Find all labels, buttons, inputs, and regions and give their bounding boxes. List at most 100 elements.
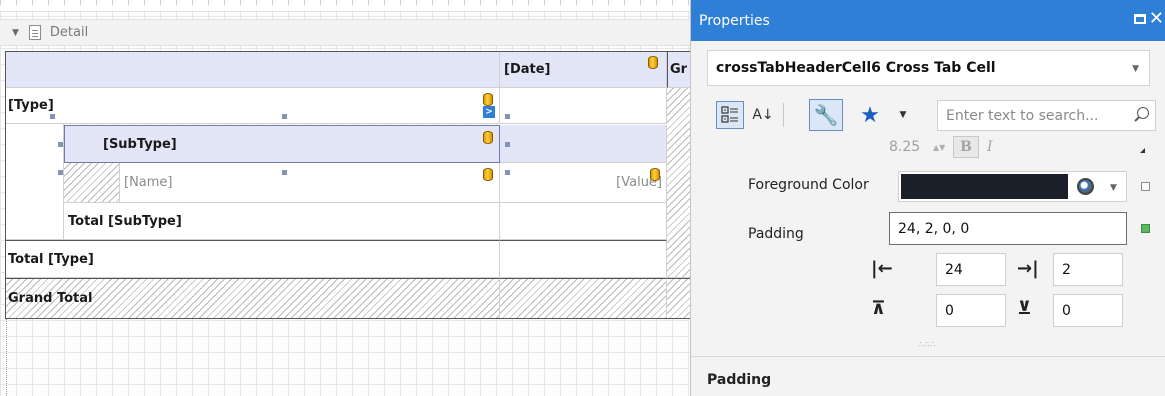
collapse-arrow-icon[interactable]: ▼: [12, 28, 19, 38]
color-swatch: [901, 174, 1068, 199]
padding-left-icon: |←: [871, 258, 893, 279]
grand-total-value-cell[interactable]: [500, 278, 667, 319]
close-icon[interactable]: ✕: [1149, 8, 1164, 29]
chevron-down-icon: ▼: [899, 110, 907, 120]
selection-handle[interactable]: [505, 170, 510, 175]
padding-top-input[interactable]: 0: [936, 294, 1006, 327]
detail-band-header[interactable]: ▼ Detail: [0, 19, 690, 46]
name-binding-icon[interactable]: [483, 168, 493, 181]
subtype-header-cell-selected[interactable]: [SubType]: [64, 125, 500, 163]
padding-left-input[interactable]: 24: [936, 253, 1006, 286]
foreground-color-editor[interactable]: ▼: [898, 171, 1127, 202]
search-icon: [1137, 107, 1149, 119]
selected-object-name: crossTabHeaderCell6 Cross Tab Cell: [716, 60, 996, 76]
type-spacer-cell: [6, 124, 64, 240]
chevron-down-icon[interactable]: ▼: [1132, 64, 1139, 74]
splitter-grip-icon[interactable]: ∴∴∴: [918, 340, 936, 349]
type-value-cell[interactable]: [500, 88, 667, 124]
padding-right-input[interactable]: 2: [1053, 253, 1123, 286]
padding-label: Padding: [748, 226, 804, 242]
grand-total-column-header[interactable]: Gr: [667, 52, 690, 88]
padding-top-icon: ⊼: [871, 298, 886, 319]
total-type-value-cell[interactable]: [500, 240, 667, 278]
padding-top-value: 0: [945, 302, 954, 319]
object-selector[interactable]: crossTabHeaderCell6 Cross Tab Cell ▼: [707, 50, 1150, 86]
ruler: [0, 0, 690, 12]
font-size-value[interactable]: 8.25: [889, 139, 933, 155]
foreground-color-label: Foreground Color: [748, 177, 869, 193]
toolbar-separator: [783, 103, 784, 127]
total-subtype-text: Total [SubType]: [68, 213, 182, 229]
name-text: [Name]: [124, 175, 173, 190]
padding-bottom-icon: ⊻: [1017, 298, 1032, 319]
value-cell[interactable]: [Value]: [500, 163, 667, 203]
grand-header-text: Gr: [670, 62, 688, 77]
total-subtype-cell[interactable]: Total [SubType]: [64, 203, 500, 240]
alphabetical-sort-button[interactable]: A↓: [749, 101, 777, 129]
padding-right-value: 2: [1062, 261, 1071, 278]
categorized-view-button[interactable]: [716, 101, 744, 129]
properties-title-bar: Properties ✕: [691, 0, 1165, 41]
padding-bottom-value: 0: [1062, 302, 1071, 319]
band-label: Detail: [49, 25, 89, 40]
properties-title: Properties: [699, 12, 770, 29]
chevron-down-icon[interactable]: ▼: [1110, 183, 1117, 193]
total-type-text: Total [Type]: [8, 251, 94, 267]
expand-corner-icon[interactable]: [1140, 148, 1145, 153]
grand-total-corner-cell: [667, 278, 690, 319]
selection-handle[interactable]: [58, 142, 63, 147]
wrench-icon: 🔧: [813, 103, 839, 127]
subtype-text: [SubType]: [103, 136, 177, 152]
sort-az-icon: A↓: [752, 107, 774, 123]
favorites-button[interactable]: ★: [858, 101, 882, 129]
name-indent-cell: [64, 163, 120, 203]
padding-input[interactable]: 24, 2, 0, 0: [889, 212, 1127, 245]
subtype-binding-icon[interactable]: [483, 131, 493, 144]
property-search-input[interactable]: Enter text to search...: [937, 100, 1156, 131]
type-row-header-cell[interactable]: [Type]: [6, 88, 500, 124]
properties-panel: Properties ✕ crossTabHeaderCell6 Cross T…: [690, 0, 1165, 396]
grand-total-column-area: [667, 88, 690, 278]
categorized-icon: [721, 106, 738, 123]
selection-handle[interactable]: [282, 114, 287, 119]
corner-header-cell[interactable]: [6, 52, 500, 88]
grand-total-text: Grand Total: [8, 291, 93, 306]
bold-button[interactable]: B: [953, 136, 979, 158]
property-default-marker[interactable]: [1141, 182, 1150, 191]
italic-label: I: [987, 139, 993, 155]
selection-handle[interactable]: [58, 170, 63, 175]
properties-view-button[interactable]: 🔧: [809, 99, 843, 131]
name-cell[interactable]: [Name]: [120, 163, 500, 203]
value-binding-icon[interactable]: [650, 168, 660, 181]
padding-value: 24, 2, 0, 0: [898, 220, 970, 237]
selection-handle[interactable]: [505, 142, 510, 147]
selection-handle[interactable]: [282, 170, 287, 175]
color-picker-icon[interactable]: [1077, 178, 1094, 195]
font-row: 8.25 ▲▼ B I: [889, 134, 1007, 160]
star-icon: ★: [860, 102, 880, 128]
spin-icon[interactable]: ▲▼: [933, 143, 953, 152]
type-binding-icon[interactable]: [483, 93, 493, 106]
type-text: [Type]: [8, 98, 54, 113]
maximize-icon[interactable]: [1134, 14, 1146, 24]
property-modified-marker[interactable]: [1141, 224, 1150, 233]
selection-handle[interactable]: [505, 114, 510, 119]
smart-tag-icon[interactable]: >: [483, 106, 495, 118]
subtype-value-cell[interactable]: [500, 125, 667, 163]
padding-bottom-input[interactable]: 0: [1053, 294, 1123, 327]
total-subtype-value-cell[interactable]: [500, 203, 667, 240]
grand-total-cell[interactable]: Grand Total: [6, 278, 500, 319]
padding-right-icon: →|: [1017, 258, 1039, 279]
selection-handle[interactable]: [50, 114, 55, 119]
report-designer-surface[interactable]: ▼ Detail [Date] Gr [Type] [SubType] [Nam…: [0, 0, 690, 396]
total-type-cell[interactable]: Total [Type]: [6, 240, 500, 278]
date-binding-icon[interactable]: [648, 56, 658, 69]
toolbar-dropdown-button[interactable]: ▼: [895, 101, 911, 129]
band-icon: [28, 25, 41, 40]
date-header-text: [Date]: [504, 62, 551, 77]
italic-button[interactable]: I: [987, 139, 1007, 155]
date-header-cell[interactable]: [Date]: [500, 52, 667, 88]
search-placeholder: Enter text to search...: [946, 107, 1099, 124]
description-title: Padding: [707, 372, 772, 388]
padding-left-value: 24: [945, 261, 963, 278]
